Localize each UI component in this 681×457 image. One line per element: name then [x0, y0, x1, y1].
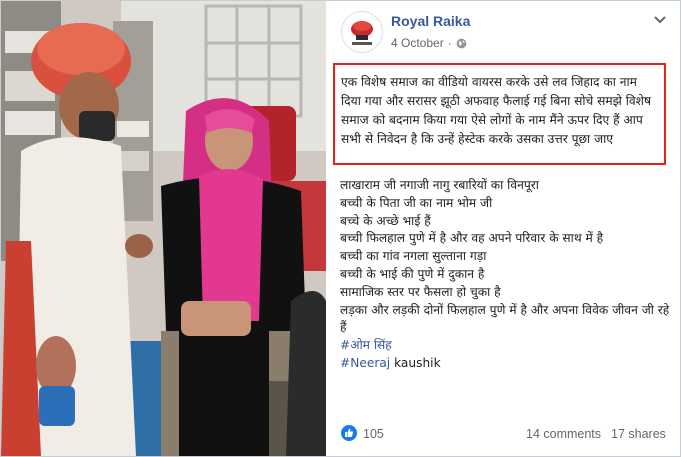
- hashtag-link[interactable]: #Neeraj: [340, 356, 390, 370]
- body-line: बच्ची के भाई की पुणे में दुकान है: [340, 266, 485, 281]
- body-line: लड़का और लड़की दोनों फिलहाल पुणे में है …: [340, 302, 670, 335]
- body-line: सामाजिक स्तर पर फैसला हो चुका है: [340, 284, 501, 299]
- post-date[interactable]: 4 October: [391, 36, 444, 50]
- hashtag-line: #ओम सिंह: [340, 337, 672, 355]
- body-line: लाखाराम जी नगाजी नागु रबारियों का विनपूर…: [340, 178, 539, 192]
- post-panel: Royal Raika 4 October · एक विशेष समाज का…: [327, 1, 679, 456]
- shares-count[interactable]: 17 shares: [611, 427, 666, 441]
- hashtag-line: #Neeraj kaushik: [340, 355, 672, 373]
- hashtag-link[interactable]: #ओम सिंह: [340, 338, 392, 352]
- page-name[interactable]: Royal Raika: [391, 13, 470, 29]
- comments-count[interactable]: 14 comments: [526, 427, 601, 441]
- page-avatar[interactable]: [341, 11, 383, 53]
- globe-icon[interactable]: [456, 38, 467, 49]
- meta-separator: ·: [447, 36, 452, 50]
- chevron-down-icon[interactable]: [653, 15, 667, 25]
- body-line: बच्चे के अच्छे भाई हैं: [340, 213, 431, 228]
- video-still-image: [1, 1, 326, 456]
- body-line: बच्ची का गांव नगला सुल्ताना गड़ा: [340, 249, 487, 264]
- highlighted-text-box: एक विशेष समाज का वीडियो वायरस करके उसे ल…: [333, 63, 666, 165]
- post-photo[interactable]: [1, 1, 326, 456]
- royal-raika-logo-icon: [343, 13, 381, 51]
- hashtag-suffix: kaushik: [390, 355, 441, 370]
- like-reaction-icon[interactable]: [341, 425, 357, 441]
- post-meta: 4 October ·: [391, 36, 467, 50]
- post-body: लाखाराम जी नगाजी नागु रबारियों का विनपूर…: [340, 177, 672, 373]
- body-line: बच्ची के पिता जी का नाम भोम जी: [340, 195, 493, 210]
- body-line: बच्ची फिलहाल पुणे में है और वह अपने परिव…: [340, 231, 604, 246]
- thumbs-up-icon: [345, 428, 354, 437]
- like-count[interactable]: 105: [363, 427, 384, 441]
- highlighted-text: एक विशेष समाज का वीडियो वायरस करके उसे ल…: [341, 75, 651, 146]
- post-footer: 105 14 comments 17 shares: [327, 421, 679, 447]
